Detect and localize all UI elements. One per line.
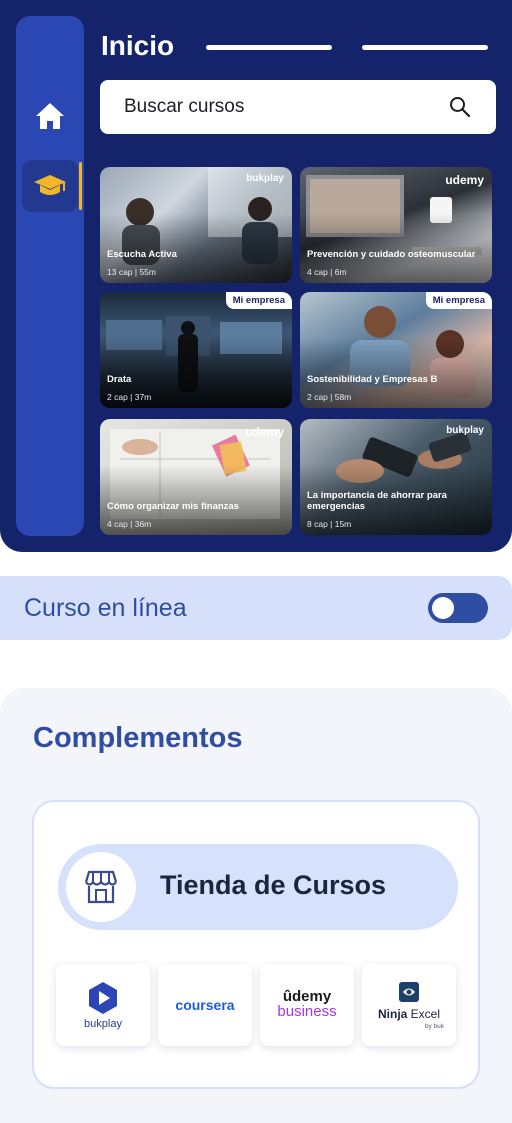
course-badge: Mi empresa <box>425 292 492 309</box>
partner-udemy-business[interactable]: ûdemy business <box>260 964 354 1046</box>
course-title: La importancia de ahorrar para emergenci… <box>307 490 447 513</box>
nav-home-button[interactable] <box>22 90 78 142</box>
online-course-label: Curso en línea <box>24 593 187 622</box>
course-badge: Mi empresa <box>225 292 292 309</box>
ninja-excel-text: Ninja Excel <box>378 1007 440 1021</box>
coursera-logo-text: coursera <box>175 997 235 1013</box>
course-meta: 8 cap | 15m <box>307 519 352 529</box>
search-input[interactable]: Buscar cursos <box>124 96 448 118</box>
ninja-excel-logo-icon <box>399 981 419 1002</box>
course-card[interactable]: udemy Prevención y cuidado osteomuscular… <box>300 167 492 283</box>
page-title: Inicio <box>101 30 175 61</box>
course-title: Prevención y cuidado osteomuscular <box>307 249 476 261</box>
course-title: Sostenibilidad y Empresas B <box>307 374 438 386</box>
course-badge: udemy <box>245 425 284 439</box>
course-title: Drata <box>107 374 132 386</box>
partner-coursera[interactable]: coursera <box>158 964 252 1046</box>
partner-ninja-excel[interactable]: Ninja Excel by buk <box>362 964 456 1046</box>
store-icon-badge <box>66 852 136 922</box>
online-course-toggle[interactable] <box>428 593 488 623</box>
addons-card: Tienda de Cursos bukplay coursera ûdemy … <box>32 800 480 1089</box>
addons-section: Complementos Tienda de Cursos bukplay co… <box>0 688 512 1123</box>
course-title: Cómo organizar mis finanzas <box>107 501 239 513</box>
partner-bukplay[interactable]: bukplay <box>56 964 150 1046</box>
store-icon <box>84 870 118 904</box>
graduation-cap-icon <box>34 175 66 195</box>
nav-courses-button[interactable] <box>22 160 82 212</box>
bukplay-name: bukplay <box>84 1017 122 1030</box>
udemy-business-text: business <box>277 1003 337 1021</box>
course-store-label: Tienda de Cursos <box>160 870 387 900</box>
course-meta: 2 cap | 58m <box>307 392 352 402</box>
course-badge: bukplay <box>246 173 284 184</box>
side-navigation <box>16 16 84 536</box>
course-badge: udemy <box>445 173 484 187</box>
app-preview-panel: Inicio Buscar cursos bukplay Escucha Act… <box>0 0 512 552</box>
by-buk-text: by buk <box>424 1022 444 1030</box>
course-card[interactable]: udemy Cómo organizar mis finanzas 4 cap … <box>100 419 292 535</box>
course-title: Escucha Activa <box>107 249 177 261</box>
home-icon <box>36 103 64 129</box>
tab-placeholder-1[interactable] <box>206 45 332 50</box>
course-store-button[interactable]: Tienda de Cursos <box>58 844 458 930</box>
course-card[interactable]: bukplay La importancia de ahorrar para e… <box>300 419 492 535</box>
udemy-logo-text: ûdemy <box>282 988 332 1006</box>
course-meta: 4 cap | 6m <box>307 267 347 277</box>
course-meta: 13 cap | 55m <box>107 267 156 277</box>
search-bar[interactable]: Buscar cursos <box>100 80 496 134</box>
bukplay-logo-icon <box>89 981 117 1014</box>
course-card[interactable]: Mi empresa Drata 2 cap | 37m <box>100 292 292 408</box>
tab-placeholder-2[interactable] <box>362 45 488 50</box>
excel-word: Excel <box>410 1006 441 1021</box>
course-meta: 4 cap | 36m <box>107 519 152 529</box>
course-meta: 2 cap | 37m <box>107 392 152 402</box>
addons-title: Complementos <box>33 722 243 754</box>
search-icon[interactable] <box>448 95 472 119</box>
course-card[interactable]: Mi empresa Sostenibilidad y Empresas B 2… <box>300 292 492 408</box>
course-card[interactable]: bukplay Escucha Activa 13 cap | 55m <box>100 167 292 283</box>
course-badge: bukplay <box>446 425 484 436</box>
toggle-knob <box>432 597 454 619</box>
ninja-word: Ninja <box>377 1006 408 1021</box>
online-course-row: Curso en línea <box>0 576 512 640</box>
